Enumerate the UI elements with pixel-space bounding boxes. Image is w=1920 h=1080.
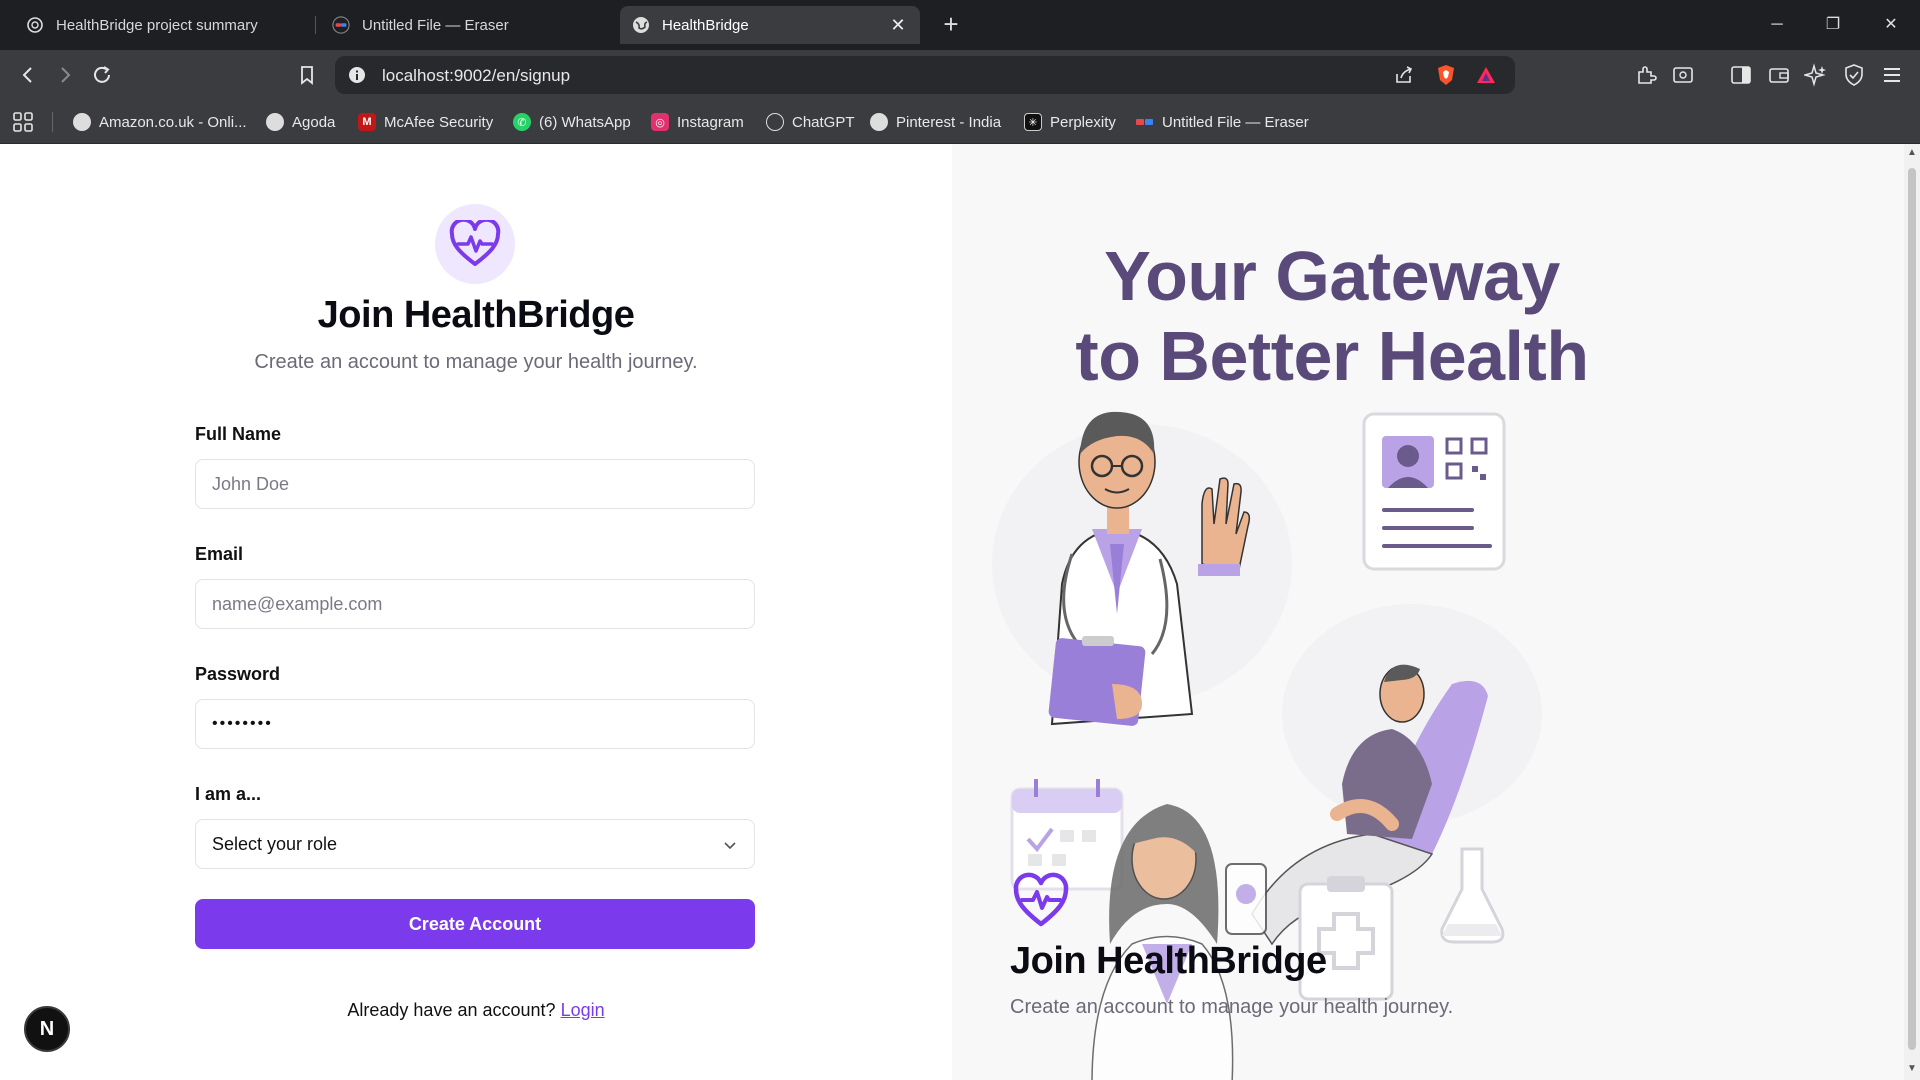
- password-input[interactable]: ••••••••: [195, 699, 755, 749]
- login-prompt: Already have an account? Login: [0, 1000, 952, 1021]
- bookmark-perplexity[interactable]: ✳ Perplexity: [1024, 110, 1116, 134]
- minimize-window-icon[interactable]: ─: [1762, 10, 1792, 40]
- bookmark-agoda[interactable]: Agoda: [266, 110, 335, 134]
- heart-pulse-icon: [449, 220, 501, 266]
- scroll-up-icon[interactable]: ▲: [1907, 148, 1917, 158]
- heart-pulse-logo: [435, 204, 515, 284]
- restore-window-icon[interactable]: ❐: [1818, 10, 1848, 40]
- hero-title: Your Gateway to Better Health: [952, 236, 1712, 396]
- page-subtitle: Create an account to manage your health …: [254, 351, 698, 373]
- role-select-value: Select your role: [212, 833, 338, 854]
- wallet-icon[interactable]: [1767, 63, 1791, 87]
- leo-ai-icon[interactable]: [1802, 63, 1828, 87]
- globe-icon: [73, 113, 91, 131]
- bookmark-label: McAfee Security: [384, 113, 494, 131]
- forward-icon[interactable]: [50, 60, 80, 90]
- whatsapp-icon: ✆: [513, 113, 531, 131]
- login-link[interactable]: Login: [561, 1000, 605, 1020]
- hero-overlay-subtitle: Create an account to manage your health …: [1010, 996, 1454, 1018]
- bookmark-label: Agoda: [292, 113, 336, 131]
- eraser-icon: [332, 16, 350, 34]
- bookmark-label: (6) WhatsApp: [539, 113, 631, 131]
- tab-eraser[interactable]: Untitled File — Eraser: [320, 6, 620, 44]
- email-input[interactable]: [195, 579, 755, 629]
- reload-icon[interactable]: [87, 60, 117, 90]
- create-account-button[interactable]: Create Account: [195, 899, 755, 949]
- globe-icon: [870, 113, 888, 131]
- bookmark-amazon[interactable]: Amazon.co.uk - Onli...: [73, 110, 247, 134]
- bookmark-eraser[interactable]: Untitled File — Eraser: [1136, 110, 1309, 134]
- tab-healthbridge-summary[interactable]: HealthBridge project summary: [14, 6, 314, 44]
- bookmark-pinterest[interactable]: Pinterest - India: [870, 110, 1001, 134]
- close-window-icon[interactable]: ✕: [1876, 10, 1906, 40]
- eraser-icon: [1136, 113, 1154, 131]
- apps-grid-icon[interactable]: [12, 110, 34, 134]
- bookmarks-divider: [52, 112, 53, 132]
- password-label: Password: [195, 664, 281, 684]
- role-label: I am a...: [195, 784, 262, 804]
- full-name-label: Full Name: [195, 424, 282, 444]
- hero-panel: Your Gateway to Better Health Join Healt…: [952, 144, 1904, 1080]
- full-name-input[interactable]: [195, 459, 755, 509]
- mcafee-icon: M: [358, 113, 376, 131]
- brave-shield-icon[interactable]: [1435, 64, 1457, 86]
- close-tab-icon[interactable]: ✕: [888, 15, 908, 35]
- tab-title: HealthBridge: [662, 16, 749, 34]
- tab-title: HealthBridge project summary: [56, 16, 258, 34]
- page-title: Join HealthBridge: [317, 294, 635, 336]
- bookmark-label: Untitled File — Eraser: [1162, 113, 1309, 131]
- bookmark-label: Amazon.co.uk - Onli...: [99, 113, 247, 131]
- menu-icon[interactable]: [1880, 63, 1904, 87]
- flask-figure: [1440, 847, 1505, 944]
- extensions-icon[interactable]: [1634, 63, 1658, 87]
- brave-rewards-icon[interactable]: [1475, 64, 1497, 86]
- new-tab-button[interactable]: +: [936, 10, 966, 40]
- login-prompt-text: Already have an account?: [347, 1000, 556, 1020]
- page-viewport: Join HealthBridge Create an account to m…: [0, 144, 1920, 1080]
- hero-overlay-title: Join HealthBridge: [1010, 940, 1327, 982]
- globe-icon: [266, 113, 284, 131]
- browser-toolbar: localhost:9002/en/signup: [0, 50, 1920, 100]
- share-icon[interactable]: [1393, 64, 1415, 86]
- bookmark-icon[interactable]: [292, 60, 322, 90]
- bookmark-instagram[interactable]: ◎ Instagram: [651, 110, 744, 134]
- tab-strip: HealthBridge project summary Untitled Fi…: [0, 0, 1920, 50]
- tab-title: Untitled File — Eraser: [362, 16, 509, 34]
- chatgpt-icon: [26, 16, 44, 34]
- heart-pulse-icon: [1013, 872, 1069, 927]
- tab-divider: [315, 16, 316, 34]
- page-scrollbar[interactable]: ▲ ▼: [1904, 144, 1920, 1080]
- signup-panel: Join HealthBridge Create an account to m…: [0, 144, 952, 1080]
- scroll-down-icon[interactable]: ▼: [1907, 1064, 1917, 1074]
- bookmark-chatgpt[interactable]: ChatGPT: [766, 110, 855, 134]
- site-info-icon[interactable]: [347, 65, 367, 85]
- nextjs-dev-badge[interactable]: N: [24, 1006, 70, 1052]
- email-label: Email: [195, 544, 244, 564]
- globe-icon: [632, 16, 650, 34]
- id-card-figure: [1362, 412, 1506, 571]
- bookmark-label: Perplexity: [1050, 113, 1116, 131]
- vpn-shield-icon[interactable]: [1842, 63, 1866, 87]
- address-bar[interactable]: localhost:9002/en/signup: [335, 56, 1515, 94]
- bookmarks-bar: Amazon.co.uk - Onli... Agoda M McAfee Se…: [0, 100, 1920, 144]
- chevron-down-icon: [724, 842, 736, 850]
- tab-healthbridge[interactable]: HealthBridge ✕: [620, 6, 920, 44]
- bookmark-label: Instagram: [677, 113, 744, 131]
- scrollbar-thumb[interactable]: [1908, 168, 1916, 1050]
- bookmark-mcafee[interactable]: M McAfee Security: [358, 110, 493, 134]
- password-masked-value: ••••••••: [212, 715, 273, 732]
- hero-title-line-1: Your Gateway: [1104, 237, 1560, 315]
- bookmark-label: Pinterest - India: [896, 113, 1002, 131]
- back-icon[interactable]: [13, 60, 43, 90]
- url-text: localhost:9002/en/signup: [382, 66, 571, 85]
- role-select[interactable]: Select your role: [195, 819, 755, 869]
- reader-mode-icon[interactable]: [1671, 63, 1695, 87]
- chatgpt-icon: [766, 113, 784, 131]
- instagram-icon: ◎: [651, 113, 669, 131]
- sidebar-icon[interactable]: [1729, 63, 1753, 87]
- perplexity-icon: ✳: [1024, 113, 1042, 131]
- bookmark-label: ChatGPT: [792, 113, 855, 131]
- bookmark-whatsapp[interactable]: ✆ (6) WhatsApp: [513, 110, 631, 134]
